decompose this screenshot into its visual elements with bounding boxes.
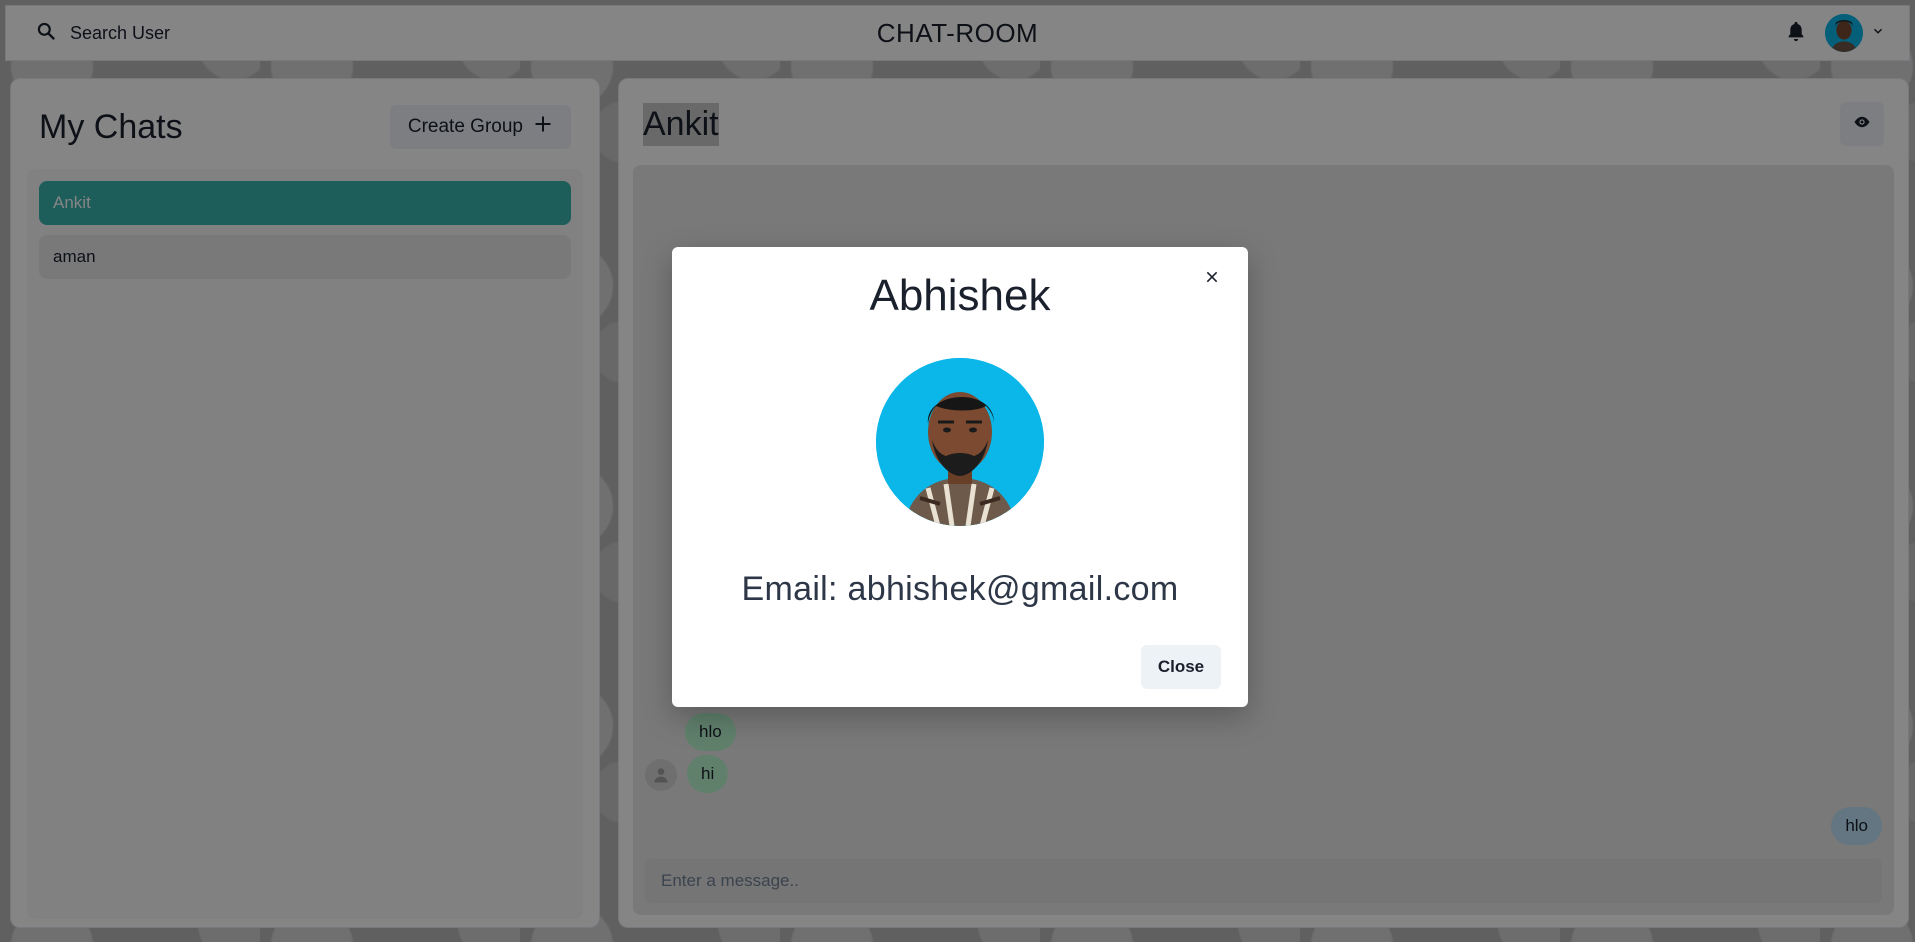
modal-title: Abhishek bbox=[869, 271, 1051, 320]
close-button[interactable]: Close bbox=[1141, 645, 1221, 689]
profile-picture bbox=[876, 358, 1044, 526]
profile-email: Email: abhishek@gmail.com bbox=[741, 570, 1179, 608]
close-icon[interactable] bbox=[1196, 261, 1228, 293]
profile-modal: Abhishek Email: abhishek@gmail.com Close bbox=[672, 247, 1248, 707]
